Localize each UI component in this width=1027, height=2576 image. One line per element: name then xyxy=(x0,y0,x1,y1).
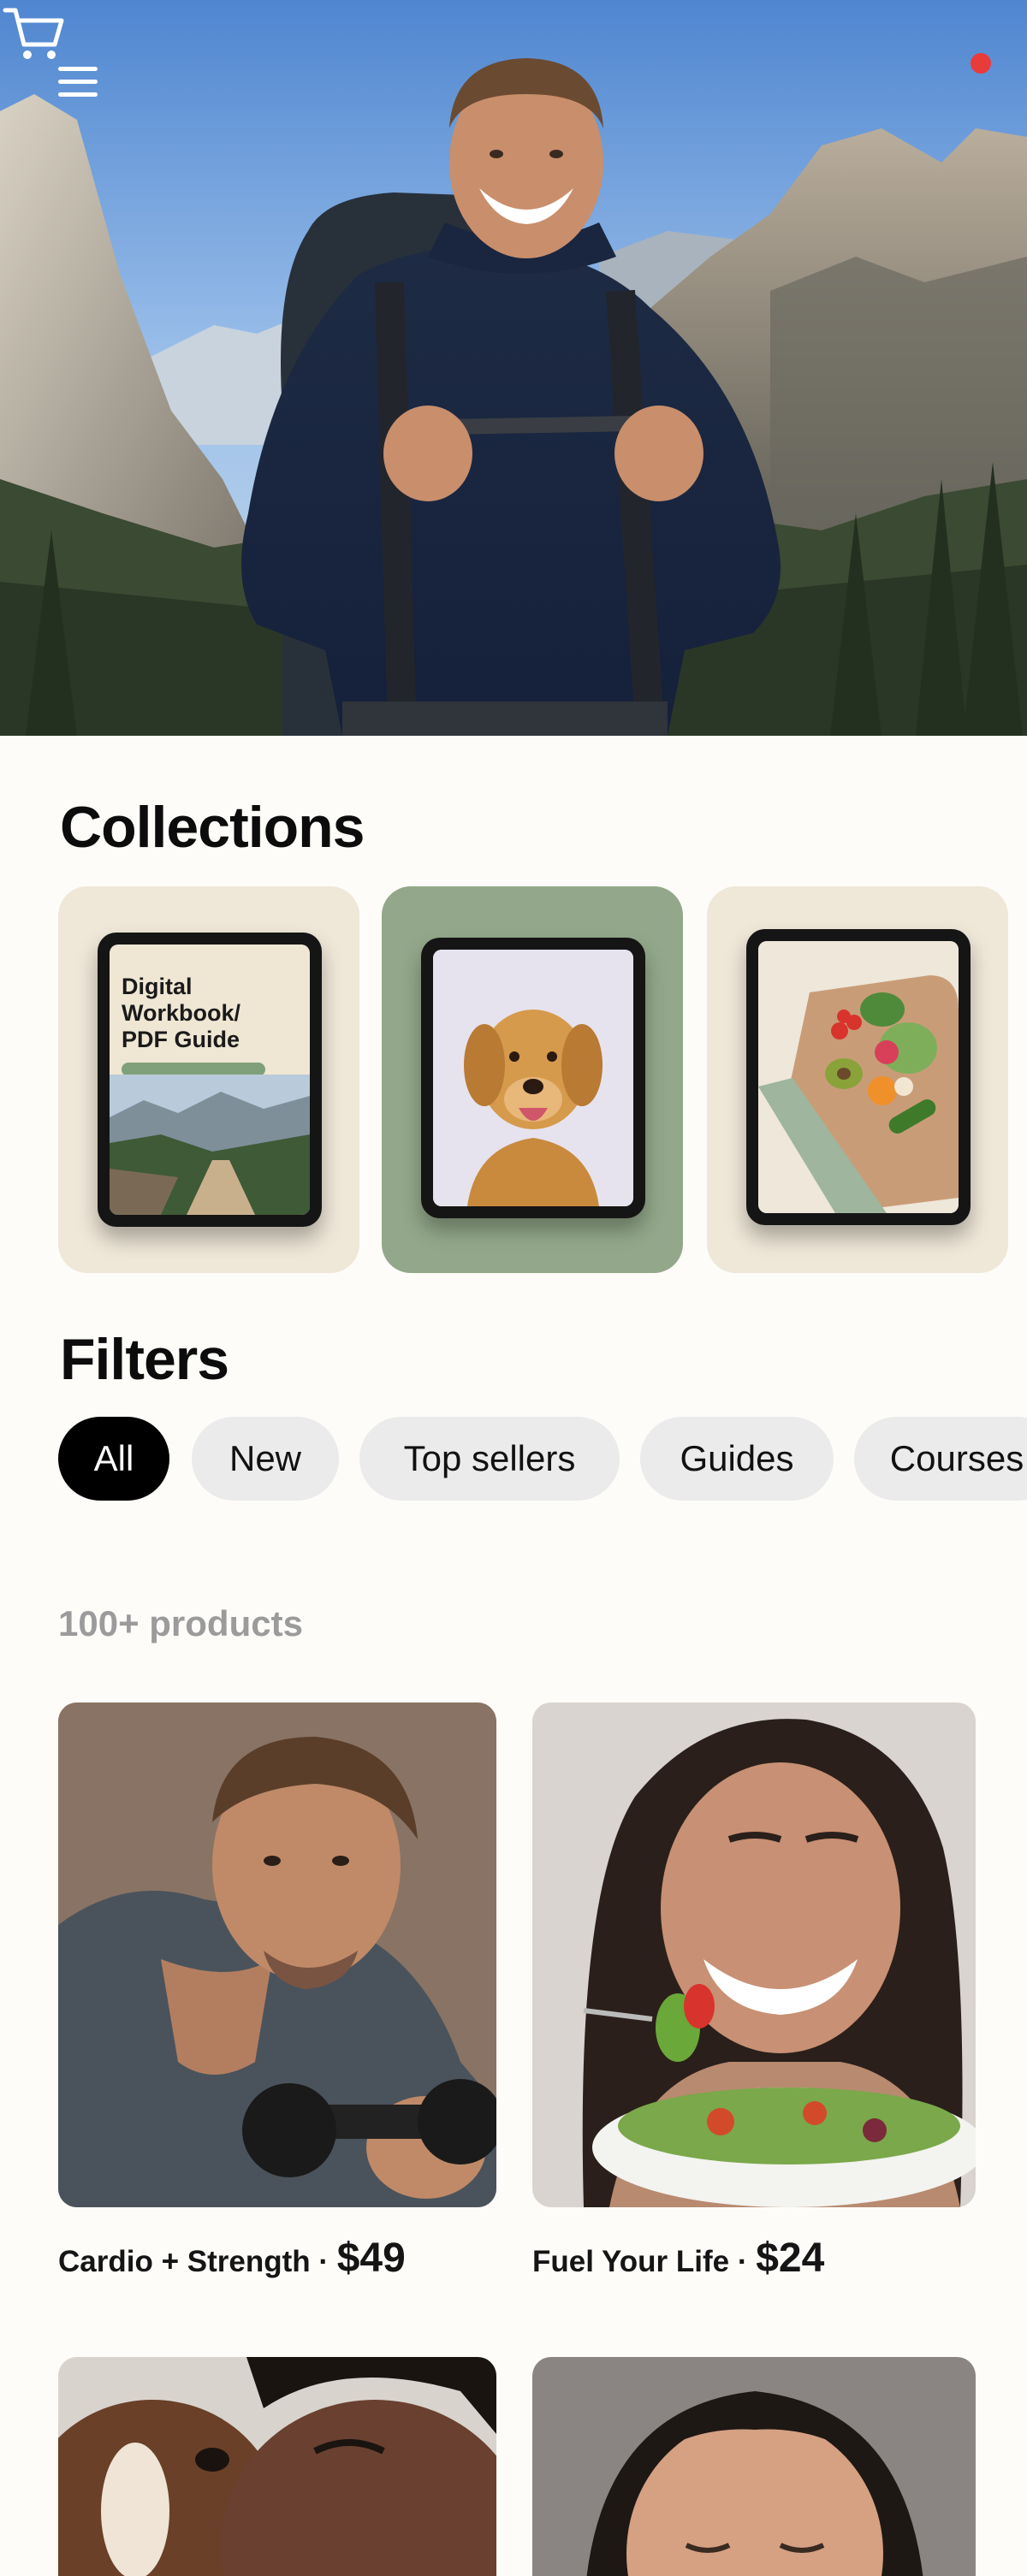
product-price: $24 xyxy=(756,2235,825,2281)
filter-chip-all[interactable]: All xyxy=(58,1417,169,1501)
dog-photo xyxy=(433,950,633,1206)
workbook-title: Digital Workbook/ PDF Guide xyxy=(122,974,241,1052)
product-card-4[interactable] xyxy=(532,2357,976,2576)
collection-card-nutrition[interactable] xyxy=(707,886,1008,1273)
golden-retriever-image xyxy=(433,950,633,1206)
filter-chip-new[interactable]: New xyxy=(192,1417,339,1501)
shopping-cart-icon[interactable] xyxy=(0,0,68,68)
filter-chip-courses[interactable]: Courses xyxy=(854,1417,1027,1501)
workbook-cover: Digital Workbook/ PDF Guide xyxy=(110,945,310,1215)
menu-button[interactable] xyxy=(58,67,99,108)
filters-title: Filters xyxy=(60,1327,229,1392)
cart-badge xyxy=(971,53,991,74)
filter-chip-guides[interactable]: Guides xyxy=(640,1417,834,1501)
woman-eating-salad-image xyxy=(532,1703,976,2207)
product-price: $49 xyxy=(336,2235,406,2281)
product-name: Fuel Your Life xyxy=(532,2245,730,2278)
collection-card-workbook[interactable]: Digital Workbook/ PDF Guide xyxy=(58,886,359,1273)
vegetables-image xyxy=(758,941,959,1213)
tablet-frame xyxy=(421,938,645,1218)
hero-image xyxy=(0,0,1027,736)
product-card-3[interactable] xyxy=(58,2357,496,2576)
product-caption: Cardio + Strength · $49 xyxy=(58,2235,406,2281)
product-name: Cardio + Strength xyxy=(58,2245,311,2278)
product-card-fuel-your-life[interactable] xyxy=(532,1703,976,2207)
woman-eyes-closed-image xyxy=(532,2357,976,2576)
trail-photo xyxy=(110,1075,310,1215)
filter-chip-top-sellers[interactable]: Top sellers xyxy=(359,1417,620,1501)
product-caption: Fuel Your Life · $24 xyxy=(532,2235,825,2281)
woman-with-dog-image xyxy=(58,2357,496,2576)
man-lifting-dumbbell-image xyxy=(58,1703,496,2207)
tablet-frame: Digital Workbook/ PDF Guide xyxy=(98,933,322,1227)
vegetables-photo xyxy=(758,941,959,1213)
product-count: 100+ products xyxy=(58,1603,303,1643)
product-card-cardio-strength[interactable] xyxy=(58,1703,496,2207)
collections-title: Collections xyxy=(60,795,365,860)
collection-card-dog[interactable] xyxy=(382,886,683,1273)
hero-banner xyxy=(0,0,1027,736)
tablet-frame xyxy=(746,929,971,1225)
